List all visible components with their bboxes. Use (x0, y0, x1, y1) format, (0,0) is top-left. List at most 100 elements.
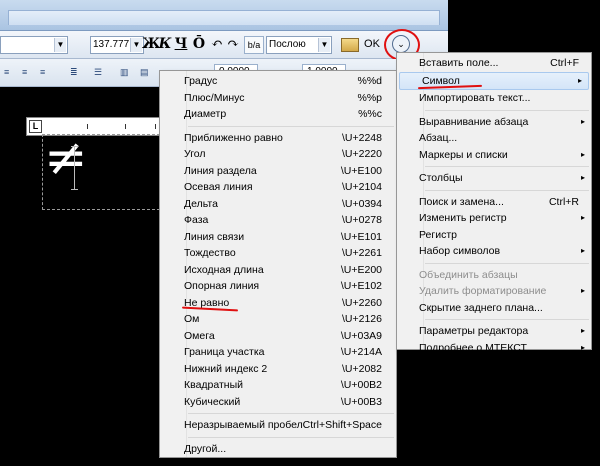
field-icon[interactable]: ▤ (140, 67, 154, 77)
menu-item-shortcut: \U+03A9 (340, 329, 382, 342)
context-menu-item[interactable]: Параметры редактора ▸ (397, 323, 591, 340)
italic-button[interactable]: К (158, 36, 172, 52)
menu-item-shortcut: \U+2260 (342, 296, 382, 309)
menu-separator (188, 125, 394, 127)
symbol-menu-item[interactable]: Линия связи \U+E101 (160, 229, 396, 246)
context-menu-item[interactable]: Абзац... (397, 130, 591, 147)
menu-separator (425, 189, 589, 191)
menu-item-label: Фаза (184, 214, 209, 226)
ruler-toggle-button[interactable] (341, 38, 359, 52)
underline-button[interactable]: Ч (174, 36, 188, 52)
menu-item-label: Регистр (419, 228, 457, 241)
menu-item-label: Угол (184, 148, 206, 160)
ruler-tick (155, 124, 156, 129)
menu-item-label: Линия раздела (184, 164, 257, 177)
undo-icon[interactable]: ↶ (210, 36, 224, 52)
symbol-menu-item[interactable]: Угол \U+2220 (160, 146, 396, 163)
submenu-arrow-icon: ▸ (580, 149, 585, 159)
symbol-menu-item[interactable]: Кубический \U+00B3 (160, 394, 396, 411)
symbol-menu-item[interactable]: Граница участка \U+214A (160, 344, 396, 361)
align-left-icon[interactable]: ≡ (4, 67, 18, 77)
symbol-menu-item[interactable]: Диаметр %%c (160, 106, 396, 123)
submenu-arrow-icon: ▸ (580, 116, 585, 126)
context-menu-item[interactable]: Скрытие заднего плана... (397, 300, 591, 317)
menu-item-shortcut: %%d (357, 75, 382, 87)
context-menu-item[interactable]: Подробнее о МТЕКСТ ▸ (397, 340, 591, 357)
bold-button[interactable]: Ж (142, 36, 160, 52)
menu-item-shortcut: \U+214A (340, 346, 382, 358)
context-menu-item[interactable]: Импортировать текст... (397, 90, 591, 107)
color-value: Послою (269, 39, 306, 50)
context-menu-item[interactable]: Вставить поле... Ctrl+F (397, 55, 591, 72)
context-menu-item[interactable]: Маркеры и списки ▸ (397, 147, 591, 164)
symbol-menu-item[interactable]: Тождество \U+2261 (160, 245, 396, 262)
symbol-menu-item[interactable]: Опорная линия \U+E102 (160, 278, 396, 295)
menu-item-shortcut: \U+E200 (340, 263, 382, 276)
align-right-icon[interactable]: ≡ (40, 67, 54, 77)
submenu-arrow-icon: ▸ (580, 173, 585, 182)
symbol-menu-item[interactable]: Приближенно равно \U+2248 (160, 130, 396, 147)
menu-item-shortcut: \U+2261 (342, 247, 382, 259)
ok-button[interactable]: OK (362, 36, 382, 52)
symbol-menu-item[interactable]: Омега \U+03A9 (160, 328, 396, 345)
context-menu-item[interactable]: Поиск и замена... Ctrl+R (397, 194, 591, 211)
menu-separator (425, 166, 589, 167)
stack-button[interactable]: b/a (244, 36, 264, 54)
menu-item-label: Линия связи (184, 230, 245, 243)
menu-item-label: Граница участка (184, 346, 265, 358)
menu-item-label: Ом (184, 313, 200, 325)
menu-item-shortcut: Ctrl+Shift+Space (302, 419, 382, 431)
tab-stop-icon[interactable]: L (29, 120, 42, 133)
symbol-menu-item[interactable]: Плюс/Минус %%p (160, 90, 396, 107)
color-select[interactable]: Послою ▼ (266, 36, 332, 54)
menu-item-shortcut: \U+2082 (342, 362, 382, 375)
symbol-menu-item[interactable]: Линия раздела \U+E100 (160, 163, 396, 180)
list-icon[interactable]: ☰ (94, 67, 108, 77)
symbol-menu-item[interactable]: Квадратный \U+00B2 (160, 377, 396, 394)
font-select[interactable]: ▼ (0, 36, 68, 54)
redo-icon[interactable]: ↷ (226, 36, 240, 52)
inserted-symbol: ≠ (44, 128, 88, 188)
text-cursor (71, 146, 78, 190)
menu-separator (425, 262, 589, 264)
symbol-menu-item[interactable]: Неразрываемый пробел Ctrl+Shift+Space (160, 417, 396, 434)
context-menu-item[interactable]: Столбцы ▸ (397, 170, 591, 187)
symbol-menu-item[interactable]: Нижний индекс 2 \U+2082 (160, 361, 396, 378)
menu-separator (188, 413, 394, 414)
submenu-arrow-icon: ▸ (580, 246, 585, 255)
context-menu-item[interactable]: Изменить регистр ▸ (397, 210, 591, 227)
context-menu: Вставить поле... Ctrl+F Символ ▸ Импортирова… (396, 52, 592, 354)
menu-item-label: Исходная длина (184, 263, 264, 276)
menu-item-label: Нижний индекс 2 (184, 362, 268, 375)
columns-icon[interactable]: ▥ (120, 67, 134, 77)
context-menu-item[interactable]: Набор символов ▸ (397, 243, 591, 260)
symbol-menu-item[interactable]: Градус %%d (160, 73, 396, 90)
menu-item-label: Опорная линия (184, 280, 260, 292)
symbol-menu-item[interactable]: Другой... (160, 441, 396, 458)
context-menu-item[interactable]: Регистр (397, 227, 591, 244)
menu-item-label: Изменить регистр (419, 212, 507, 224)
font-size-select[interactable]: 137.777 ▼ (90, 36, 144, 54)
paragraph-icon[interactable]: ≣ (70, 67, 84, 77)
menu-item-label: Плюс/Минус (184, 91, 245, 104)
symbol-menu-item[interactable]: Дельта \U+0394 (160, 196, 396, 213)
overline-button[interactable]: Ō (192, 36, 206, 52)
menu-item-label: Маркеры и списки (419, 148, 508, 161)
menu-item-label: Подробнее о МТЕКСТ (419, 341, 527, 354)
menu-item-label: Кубический (184, 395, 241, 408)
menu-item-shortcut: \U+2248 (342, 131, 382, 144)
menu-item-label: Импортировать текст... (419, 92, 531, 104)
menu-separator (425, 109, 589, 111)
symbol-menu-item[interactable]: Исходная длина \U+E200 (160, 262, 396, 279)
context-menu-item: Объединить абзацы (397, 267, 591, 284)
symbol-menu-item[interactable]: Осевая линия \U+2104 (160, 179, 396, 196)
title-bar-inner (8, 10, 440, 25)
align-center-icon[interactable]: ≡ (22, 67, 36, 77)
menu-item-label: Удалить форматирование (419, 285, 547, 297)
menu-item-label: Поиск и замена... (419, 195, 504, 208)
symbol-menu-item[interactable]: Фаза \U+0278 (160, 212, 396, 229)
menu-item-label: Объединить абзацы (419, 268, 518, 281)
symbol-menu-item[interactable]: Ом \U+2126 (160, 311, 396, 328)
chevron-down-icon: ▼ (318, 38, 330, 52)
context-menu-item[interactable]: Выравнивание абзаца ▸ (397, 114, 591, 131)
